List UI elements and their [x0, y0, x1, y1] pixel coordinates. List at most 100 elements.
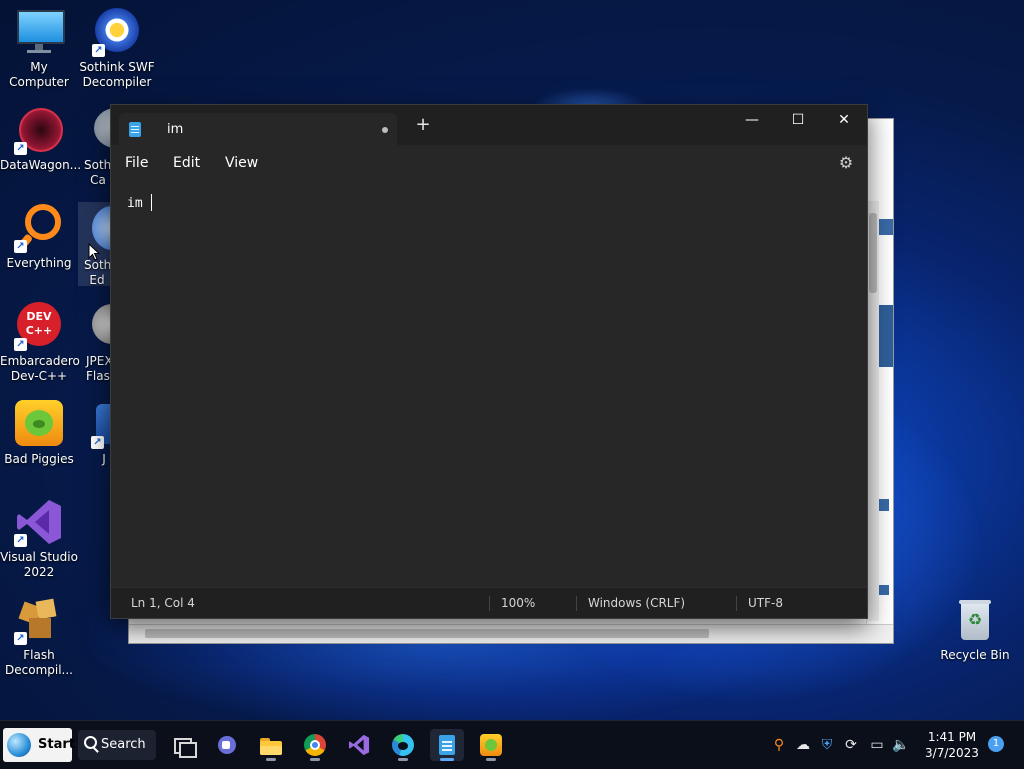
magnifier-icon: ↗	[14, 204, 63, 253]
search-button[interactable]: Search	[78, 730, 156, 760]
desktop-icon-bad-piggies[interactable]: Bad Piggies	[0, 400, 78, 467]
volume-icon[interactable]: 🔈	[892, 736, 910, 754]
close-button[interactable]: ✕	[821, 105, 867, 135]
folder-icon	[260, 734, 282, 756]
scrollbar-thumb[interactable]	[145, 629, 709, 638]
mouse-pointer-icon	[88, 243, 100, 261]
taskbar-edge[interactable]	[386, 729, 420, 761]
recycle-bin-icon: ♻	[951, 596, 999, 644]
desktop-icon-sothink-swf-decompiler[interactable]: ↗ Sothink SWF Decompiler	[78, 8, 156, 90]
everything-tray-icon[interactable]: ⚲	[770, 736, 788, 754]
shortcut-arrow-icon: ↗	[14, 240, 27, 253]
running-indicator	[486, 758, 496, 761]
maximize-button[interactable]: ☐	[775, 105, 821, 135]
taskbar: Start Search ⚲ ☁ ⛨ ⟳ ▭ 🔈 1:41 PM 3/7/202…	[0, 720, 1024, 769]
jpex-icon	[92, 302, 110, 350]
desktop-icon-label: JPEX Flash	[86, 354, 110, 383]
desktop-icon-my-computer[interactable]: My Computer	[0, 8, 78, 90]
monitor-icon	[15, 8, 65, 56]
network-icon[interactable]: ▭	[868, 736, 886, 754]
desktop-icon-flash-decompiler[interactable]: ↗ Flash Decompil...	[0, 596, 78, 678]
desktop-icon-sothink-partial[interactable]: Sothi Ca	[78, 106, 112, 188]
start-button[interactable]: Start	[3, 728, 75, 762]
desktop-icon-label: Embarcadero Dev-C++	[0, 354, 80, 383]
shortcut-arrow-icon: ↗	[14, 338, 27, 351]
taskbar-notepad[interactable]	[430, 729, 464, 761]
desktop-icon-everything[interactable]: ↗ Everything	[0, 204, 78, 271]
visual-studio-icon	[348, 734, 370, 756]
settings-gear-icon[interactable]: ⚙	[837, 154, 855, 172]
taskbar-file-explorer[interactable]	[254, 729, 288, 761]
desktop-icon-label: Sothink SWF Decompiler	[79, 60, 155, 89]
desktop-icon-label: Recycle Bin	[940, 648, 1010, 662]
cloud-offline-icon[interactable]: ☁	[794, 736, 812, 754]
desktop-icon-jpex-partial[interactable]: JPEX Flash	[78, 302, 110, 384]
text-caret	[151, 194, 152, 211]
tab-im[interactable]: im	[119, 113, 397, 146]
start-label: Start	[38, 737, 75, 752]
desktop-icon-label: J	[102, 452, 106, 466]
clock-time: 1:41 PM	[927, 730, 977, 744]
desktop-icon-datawagon[interactable]: ↗ DataWagon...	[0, 106, 81, 173]
chrome-icon	[304, 734, 326, 756]
taskbar-bad-piggies[interactable]	[474, 729, 508, 761]
desktop-icon-visual-studio-2022[interactable]: ↗ Visual Studio 2022	[0, 498, 78, 580]
running-indicator	[440, 758, 454, 761]
visual-studio-icon: ↗	[14, 498, 63, 547]
teams-chat-icon	[216, 734, 238, 756]
taskbar-visual-studio[interactable]	[342, 729, 376, 761]
encoding[interactable]: UTF-8	[748, 596, 783, 610]
taskbar-chrome[interactable]	[298, 729, 332, 761]
shortcut-arrow-icon: ↗	[92, 44, 105, 57]
desktop-icon-label: Sothi Ed	[84, 258, 110, 286]
menu-view[interactable]: View	[225, 155, 258, 171]
running-indicator	[398, 758, 408, 761]
background-window-hscrollbar[interactable]	[129, 624, 893, 643]
tab-title: im	[167, 122, 184, 137]
desktop-icon-label: Visual Studio 2022	[0, 550, 78, 579]
background-window-vscrollbar[interactable]	[867, 201, 879, 621]
taskbar-task-view[interactable]	[166, 729, 200, 761]
minimize-button[interactable]: —	[729, 105, 775, 135]
desktop-icon-label: Bad Piggies	[4, 452, 74, 466]
desktop-icon-recycle-bin[interactable]: ♻ Recycle Bin	[936, 596, 1014, 663]
notepad-titlebar[interactable]: im + — ☐ ✕	[111, 105, 867, 146]
running-indicator	[310, 758, 320, 761]
zoom-level[interactable]: 100%	[501, 596, 535, 610]
bad-piggies-icon	[480, 734, 502, 756]
editor-content: im	[127, 196, 143, 211]
new-tab-button[interactable]: +	[413, 115, 433, 135]
clock[interactable]: 1:41 PM 3/7/2023	[918, 729, 986, 761]
app-icon: ↗	[91, 400, 110, 449]
sync-icon[interactable]: ⟳	[842, 736, 860, 754]
status-bar: Ln 1, Col 4 100% Windows (CRLF) UTF-8	[111, 587, 867, 618]
line-ending[interactable]: Windows (CRLF)	[588, 596, 685, 610]
status-divider	[736, 596, 737, 611]
scrollbar-thumb[interactable]	[869, 213, 877, 293]
status-divider	[576, 596, 577, 611]
desktop-icon-label: Sothi Ca	[84, 158, 112, 187]
clock-date: 3/7/2023	[925, 746, 979, 760]
unsaved-dot-icon[interactable]	[382, 127, 388, 133]
shortcut-arrow-icon: ↗	[91, 436, 104, 449]
shield-icon[interactable]: ⛨	[818, 736, 836, 754]
shortcut-arrow-icon: ↗	[14, 142, 27, 155]
menu-file[interactable]: File	[125, 155, 148, 171]
text-editor[interactable]: im	[111, 183, 867, 587]
bad-piggies-icon	[15, 400, 63, 448]
menu-edit[interactable]: Edit	[173, 155, 200, 171]
taskbar-teams[interactable]	[210, 729, 244, 761]
desktop-icon-j-partial[interactable]: ↗ J	[78, 400, 110, 467]
desktop-icon-label: My Computer	[9, 60, 69, 89]
status-divider	[489, 596, 490, 611]
notepad-icon	[129, 122, 141, 137]
shortcut-arrow-icon: ↗	[14, 632, 27, 645]
shortcut-arrow-icon: ↗	[14, 534, 27, 547]
search-label: Search	[101, 737, 146, 752]
start-orb-icon	[7, 733, 31, 757]
notification-badge[interactable]: 1	[988, 736, 1004, 752]
notepad-window[interactable]: im + — ☐ ✕ File Edit View ⚙ im Ln 1, Col…	[110, 104, 868, 619]
search-icon	[84, 736, 97, 749]
datawagon-icon: ↗	[14, 106, 63, 155]
desktop-icon-embarcadero-devcpp[interactable]: DEV C++ ↗ Embarcadero Dev-C++	[0, 302, 80, 384]
